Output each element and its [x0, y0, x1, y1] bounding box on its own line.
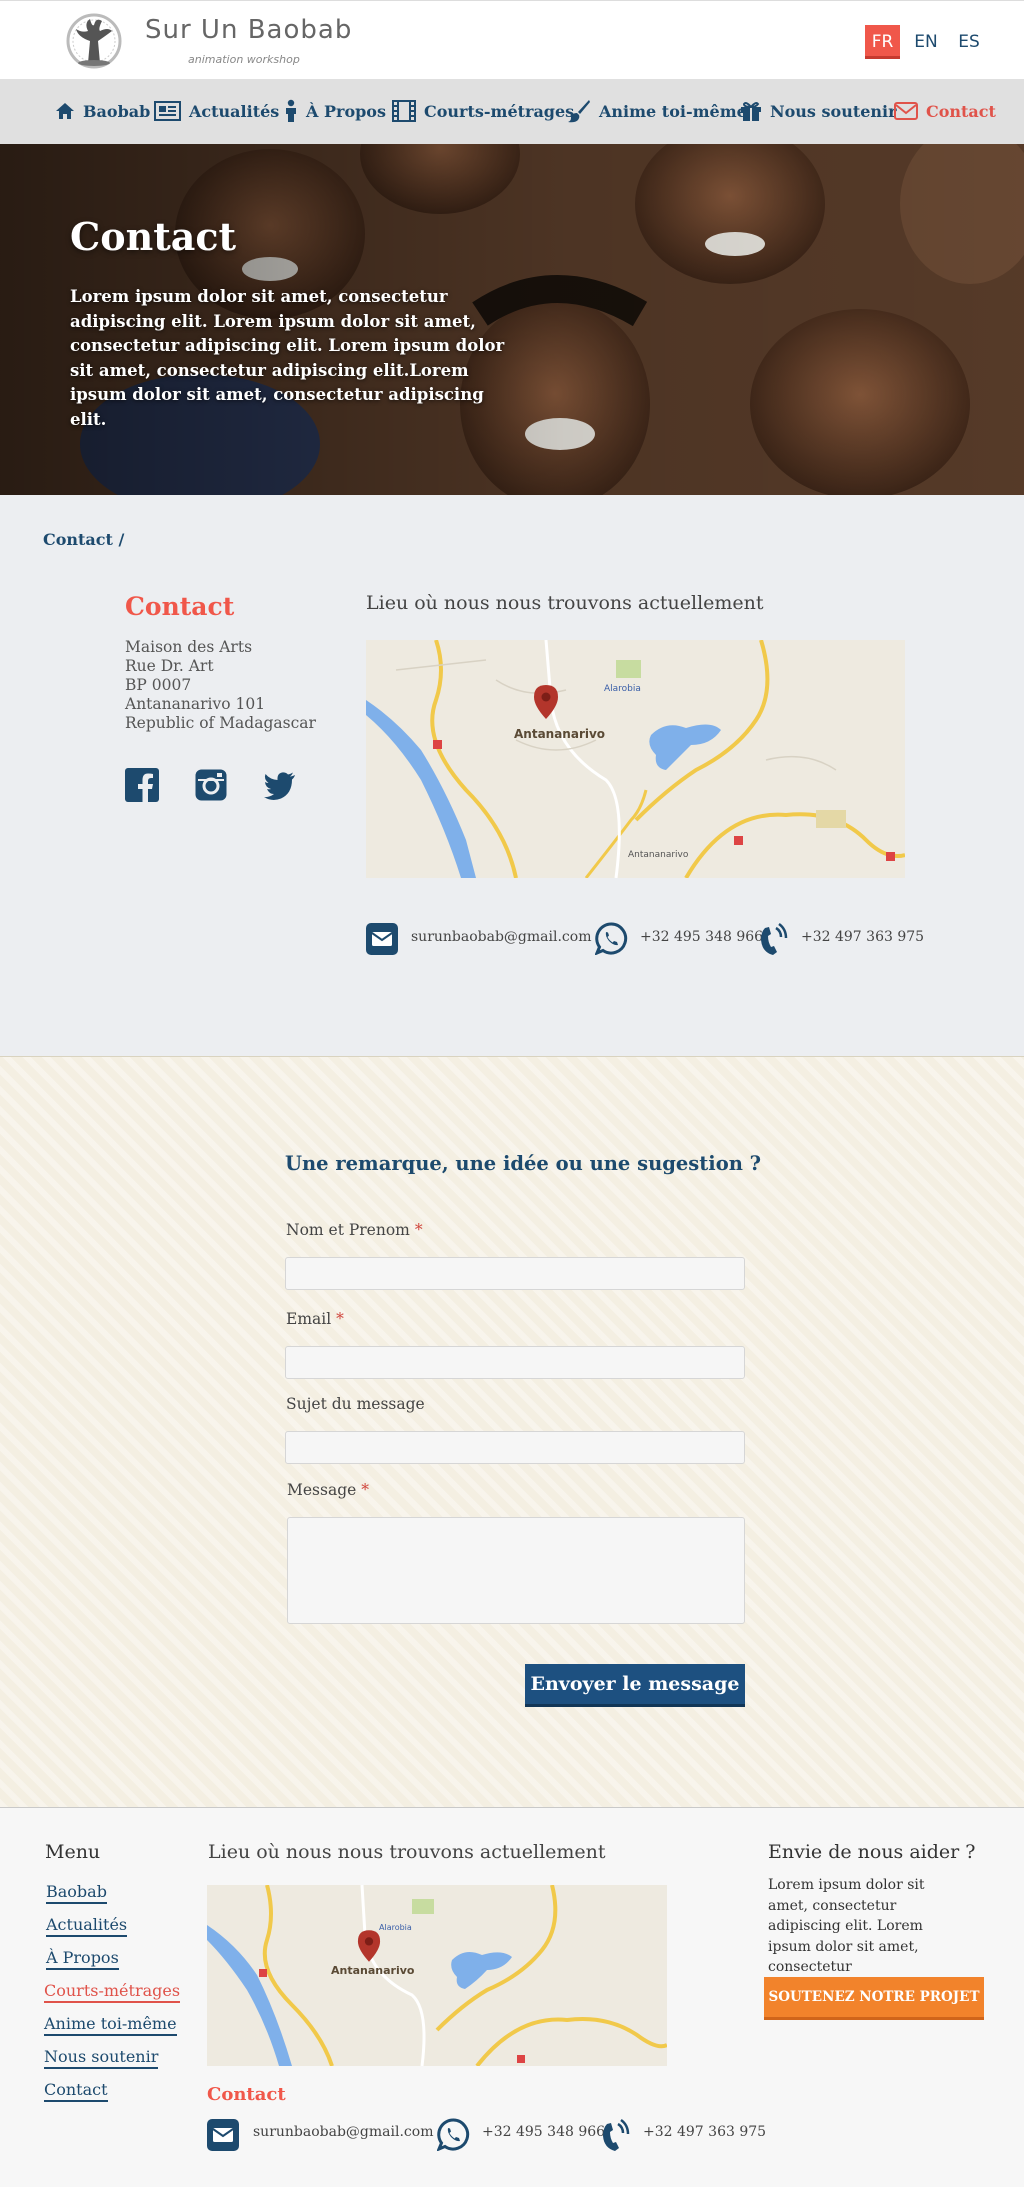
footer-whatsapp[interactable]: +32 495 348 966: [482, 2124, 605, 2140]
form-title: Une remarque, une idée ou une sugestion …: [285, 1152, 762, 1175]
brush-icon: [568, 100, 590, 123]
nav-label: Nous soutenir: [770, 101, 897, 121]
main-nav: Baobab Actualités À Propos Courts-métrag…: [0, 79, 1024, 144]
location-map[interactable]: Antananarivo Alarobia Antananarivo: [366, 640, 905, 878]
footer-link-actualites[interactable]: Actualités: [46, 1915, 128, 1937]
help-title: Envie de nous aider ?: [768, 1841, 976, 1863]
phone-icon: [603, 2118, 630, 2151]
help-text: Lorem ipsum dolor sit amet, consectetur …: [768, 1877, 925, 1975]
footer-link-a-propos[interactable]: À Propos: [46, 1948, 119, 1970]
footer-menu-title: Menu: [45, 1841, 101, 1863]
footer-link-contact[interactable]: Contact: [44, 2080, 108, 2102]
address-line: Antananarivo 101: [125, 695, 266, 713]
language-fr[interactable]: FR: [865, 25, 900, 59]
envelope-icon: [894, 102, 918, 120]
map-city-label: Antananarivo: [514, 727, 606, 741]
facebook-icon[interactable]: [125, 768, 159, 802]
map-city-label: Antananarivo: [331, 1964, 415, 1977]
address-line: Rue Dr. Art: [125, 657, 214, 675]
logo-title: Sur Un Baobab: [145, 15, 353, 45]
nav-item-baobab[interactable]: Baobab: [55, 97, 150, 125]
footer-link-baobab[interactable]: Baobab: [46, 1882, 107, 1904]
map-place-label: Antananarivo: [628, 850, 689, 860]
nav-label: Anime toi-même: [599, 101, 747, 121]
footer-map-graphic: [207, 1885, 667, 2066]
nav-label: Courts-métrages: [424, 101, 575, 121]
name-input[interactable]: [285, 1257, 745, 1290]
twitter-icon[interactable]: [263, 768, 297, 802]
required-mark: *: [336, 1310, 344, 1328]
nav-item-nous-soutenir[interactable]: Nous soutenir: [740, 97, 897, 125]
breadcrumb[interactable]: Contact /: [43, 530, 124, 549]
nav-label: Actualités: [189, 101, 280, 121]
newspaper-icon: [154, 101, 181, 121]
footer-link-nous-soutenir[interactable]: Nous soutenir: [44, 2047, 159, 2069]
nav-item-a-propos[interactable]: À Propos: [284, 97, 386, 125]
site-header: Sur Un Baobab animation workshop FR EN E…: [0, 0, 1024, 79]
map-place-label: Alarobia: [604, 684, 641, 694]
nav-label: Baobab: [83, 101, 151, 121]
required-mark: *: [414, 1221, 423, 1239]
subject-label: Sujet du message: [286, 1395, 425, 1413]
email-label: Email *: [286, 1310, 344, 1328]
instagram-icon[interactable]: [194, 768, 228, 802]
phone-icon: [761, 922, 788, 955]
nav-item-courts-metrages[interactable]: Courts-métrages: [392, 97, 574, 125]
person-icon: [286, 99, 296, 122]
email-icon: [207, 2119, 239, 2151]
footer-link-courts-metrages[interactable]: Courts-métrages: [44, 1981, 181, 2003]
gift-icon: [741, 102, 761, 121]
footer-phone[interactable]: +32 497 363 975: [643, 2124, 766, 2140]
contact-whatsapp[interactable]: +32 495 348 966: [640, 929, 763, 945]
address-line: Republic of Madagascar: [125, 714, 316, 732]
home-icon: [56, 103, 74, 119]
language-es[interactable]: ES: [953, 25, 985, 59]
logo-subtitle: animation workshop: [188, 53, 300, 66]
nav-label: À Propos: [306, 101, 386, 121]
whatsapp-icon: [595, 922, 628, 955]
map-marker-icon: [534, 685, 558, 719]
address-line: BP 0007: [125, 676, 192, 694]
film-icon: [392, 100, 416, 122]
whatsapp-icon: [437, 2118, 470, 2151]
footer-contact-heading: Contact: [207, 2084, 286, 2105]
name-label-text: Nom et Prenom: [286, 1221, 410, 1239]
name-label: Nom et Prenom *: [286, 1221, 423, 1239]
map-marker-icon: [357, 1930, 381, 1962]
language-en[interactable]: EN: [910, 25, 942, 59]
nav-label: Contact: [926, 101, 996, 121]
required-mark: *: [361, 1481, 369, 1499]
message-label-text: Message: [287, 1481, 357, 1499]
support-project-button[interactable]: SOUTENEZ NOTRE PROJET: [764, 1977, 984, 2020]
footer-email[interactable]: surunbaobab@gmail.com: [253, 2124, 433, 2140]
map-place-label: Alarobia: [379, 1923, 412, 1932]
subject-input[interactable]: [285, 1431, 745, 1464]
contact-heading: Contact: [125, 592, 235, 621]
nav-item-anime-toi-meme[interactable]: Anime toi-même: [567, 97, 747, 125]
footer-location-map[interactable]: Antananarivo Alarobia: [207, 1885, 667, 2066]
hero-title: Contact: [70, 214, 237, 259]
contact-email[interactable]: surunbaobab@gmail.com: [411, 929, 591, 945]
footer-map-title: Lieu où nous nous trouvons actuellement: [208, 1841, 606, 1863]
hero-text: Lorem ipsum dolor sit amet, consectetur …: [70, 287, 505, 429]
email-input[interactable]: [285, 1346, 745, 1379]
message-label: Message *: [287, 1481, 369, 1499]
map-graphic: [366, 640, 905, 878]
map-title: Lieu où nous nous trouvons actuellement: [366, 592, 764, 614]
email-label-text: Email: [286, 1310, 332, 1328]
hero-banner: Contact Lorem ipsum dolor sit amet, cons…: [0, 144, 1024, 495]
footer-link-anime-toi-meme[interactable]: Anime toi-même: [44, 2014, 177, 2036]
email-icon: [366, 923, 398, 955]
nav-item-contact[interactable]: Contact: [894, 97, 996, 125]
send-message-button[interactable]: Envoyer le message: [525, 1664, 745, 1707]
contact-phone[interactable]: +32 497 363 975: [801, 929, 924, 945]
nav-item-actualites[interactable]: Actualités: [154, 97, 279, 125]
message-textarea[interactable]: [287, 1517, 745, 1624]
address-line: Maison des Arts: [125, 638, 253, 656]
